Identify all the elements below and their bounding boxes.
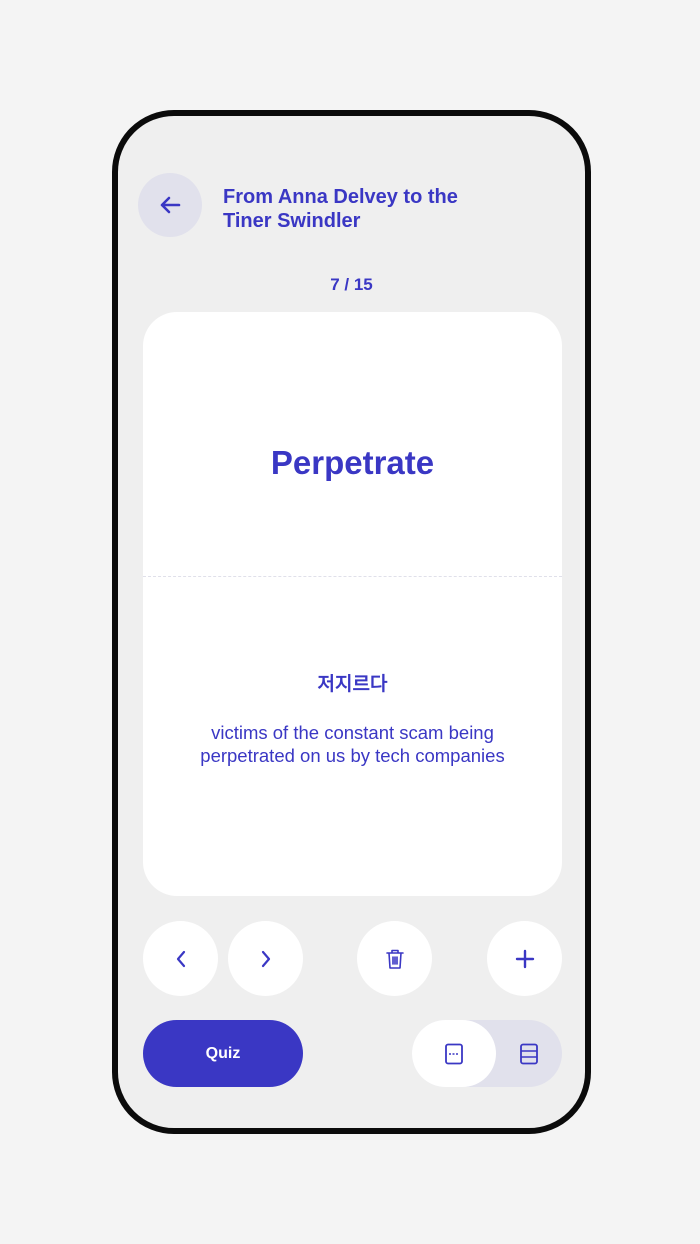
view-mode-toggle [412, 1020, 562, 1087]
add-card-button[interactable] [487, 921, 562, 996]
arrow-left-icon [160, 196, 181, 214]
chevron-right-icon [261, 950, 270, 967]
phone-frame: From Anna Delvey to the Tiner Swindler 7… [112, 110, 591, 1134]
deck-title: From Anna Delvey to the Tiner Swindler [223, 186, 458, 232]
chevron-left-icon [176, 950, 185, 967]
delete-card-button[interactable] [357, 921, 432, 996]
flashcard-word: Perpetrate [270, 443, 435, 481]
flashcard-translation: 저지르다 [317, 674, 388, 695]
previous-card-button[interactable] [143, 921, 218, 996]
quiz-button[interactable]: Quiz [143, 1020, 303, 1087]
back-button[interactable] [138, 173, 202, 237]
flashcard[interactable]: Perpetrate 저지르다 victims of the constant … [143, 312, 562, 896]
list-view-option[interactable] [496, 1020, 562, 1087]
card-divider [143, 576, 562, 577]
flashcard-front: Perpetrate [143, 312, 562, 576]
list-view-icon [520, 1043, 538, 1064]
flashcard-example: victims of the constant scam being perpe… [200, 722, 505, 766]
next-card-button[interactable] [228, 921, 303, 996]
plus-icon [515, 949, 534, 968]
card-split-view-icon [445, 1043, 463, 1064]
card-counter: 7 / 15 [330, 275, 373, 294]
trash-icon [385, 949, 404, 969]
card-view-option[interactable] [412, 1020, 496, 1087]
